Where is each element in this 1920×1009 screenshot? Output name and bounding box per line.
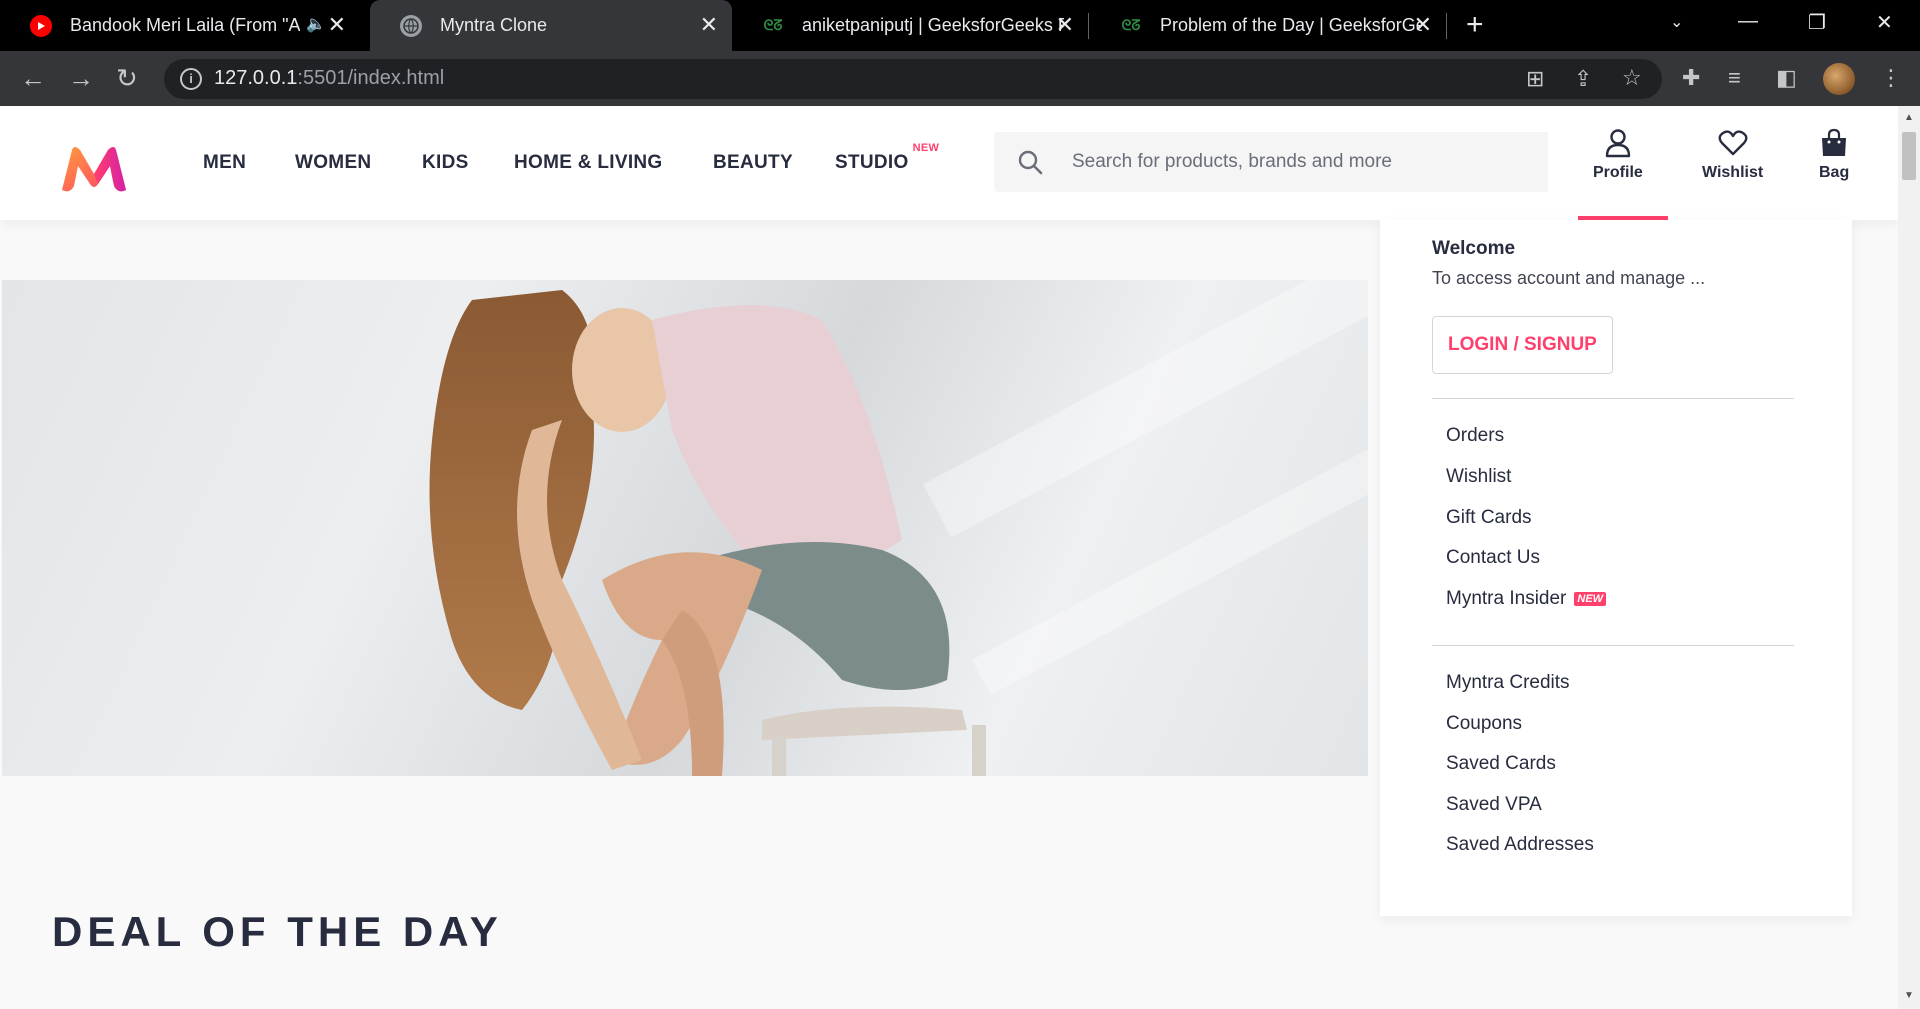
back-icon[interactable]: ← [20,63,46,93]
globe-icon [400,14,422,37]
bag-icon [1822,128,1847,156]
close-window-icon[interactable]: ✕ [1876,10,1893,35]
gfg-icon: ᘓᘔ [763,17,783,33]
browser-tab-youtube[interactable]: Bandook Meri Laila (From "A 🔈 ✕ [0,0,360,51]
nav-men[interactable]: MEN [203,152,246,174]
search-icon[interactable] [994,132,1066,192]
new-badge: NEW [912,142,940,154]
side-panel-icon[interactable]: ◧ [1776,65,1797,91]
page-viewport: MEN WOMEN KIDS HOME & LIVING BEAUTY STUD… [0,106,1898,1009]
login-signup-button[interactable]: LOGIN / SIGNUP [1432,316,1613,374]
dropdown-myntra-credits[interactable]: Myntra Credits [1446,672,1570,694]
profile-button[interactable]: Profile [1593,128,1643,182]
bag-label: Bag [1819,164,1850,181]
forward-icon[interactable]: → [68,63,94,93]
new-tab-icon[interactable]: + [1466,10,1484,40]
close-tab-icon[interactable]: ✕ [1414,13,1432,37]
browser-toolbar: ← → ↻ i 127.0.0.1:5501/index.html ⊞ ⇪ ☆ … [0,51,1920,106]
minimize-icon[interactable]: — [1738,10,1758,33]
site-header: MEN WOMEN KIDS HOME & LIVING BEAUTY STUD… [0,106,1898,220]
profile-label: Profile [1593,164,1643,181]
dropdown-orders[interactable]: Orders [1446,425,1504,447]
close-tab-icon[interactable]: ✕ [1056,13,1074,37]
reload-icon[interactable]: ↻ [116,63,138,93]
profile-dropdown: Welcome To access account and manage ...… [1380,220,1852,916]
tab-title: Problem of the Day | GeeksforGe [1160,15,1422,35]
nav-kids[interactable]: KIDS [422,152,469,174]
dropdown-gift-cards[interactable]: Gift Cards [1446,507,1532,529]
dropdown-wishlist[interactable]: Wishlist [1446,466,1511,488]
scroll-up-icon[interactable]: ▲ [1904,112,1914,123]
new-badge: NEW [1574,591,1607,606]
restore-icon[interactable]: ❐ [1808,10,1826,35]
browser-tab-strip: Bandook Meri Laila (From "A 🔈 ✕ Myntra C… [0,0,1920,51]
youtube-icon [30,14,52,37]
gfg-icon: ᘓᘔ [1121,17,1141,33]
site-info-icon[interactable]: i [180,68,202,90]
profile-avatar[interactable] [1823,63,1855,95]
dropdown-contact-us[interactable]: Contact Us [1446,547,1540,569]
tab-title: Bandook Meri Laila (From "A [70,15,301,35]
dropdown-divider [1432,398,1794,399]
tab-search-icon[interactable]: ⌄ [1670,12,1683,32]
url-path: :5501/index.html [297,67,445,89]
search-input[interactable] [1066,132,1548,192]
browser-tab-myntra[interactable]: Myntra Clone ✕ [370,0,732,51]
nav-women[interactable]: WOMEN [295,152,371,174]
nav-home-living[interactable]: HOME & LIVING [514,152,663,174]
hero-banner-image[interactable] [2,280,1368,776]
wishlist-label: Wishlist [1702,164,1764,181]
translate-icon[interactable]: ⊞ [1526,66,1544,92]
page-scrollbar[interactable]: ▲ ▼ [1898,106,1920,1009]
dropdown-coupons[interactable]: Coupons [1446,713,1522,735]
dropdown-saved-cards[interactable]: Saved Cards [1446,753,1556,775]
insider-label: Myntra Insider [1446,588,1567,609]
scrollbar-thumb[interactable] [1902,132,1916,180]
tab-separator [1088,13,1089,39]
profile-icon [1605,129,1631,158]
dropdown-welcome: Welcome [1432,238,1516,259]
url-text[interactable]: 127.0.0.1:5501/index.html [214,67,444,90]
media-control-icon[interactable]: ≡ [1728,65,1741,91]
url-host: 127.0.0.1 [214,67,298,89]
share-icon[interactable]: ⇪ [1574,66,1592,92]
nav-beauty[interactable]: BEAUTY [713,152,793,174]
scroll-down-icon[interactable]: ▼ [1904,990,1914,1001]
bag-button[interactable]: Bag [1819,128,1849,182]
section-title: DEAL OF THE DAY [52,908,503,955]
myntra-logo[interactable] [58,144,130,194]
dropdown-saved-addresses[interactable]: Saved Addresses [1446,834,1594,856]
address-bar[interactable]: i 127.0.0.1:5501/index.html ⊞ ⇪ ☆ [164,59,1662,99]
nav-studio-label: STUDIO [835,152,909,173]
bookmark-star-icon[interactable]: ☆ [1622,65,1642,91]
browser-tab-gfg-profile[interactable]: ᘓᘔ aniketpaniputj | GeeksforGeeks P ✕ [732,0,1088,51]
close-tab-icon[interactable]: ✕ [700,13,718,37]
search-bar [994,132,1548,192]
dropdown-divider [1432,645,1794,646]
menu-icon[interactable]: ⋮ [1880,65,1902,91]
tab-title: Myntra Clone [440,15,548,35]
nav-studio[interactable]: STUDIO NEW [835,142,939,174]
model-figure [429,290,986,776]
browser-tab-gfg-potd[interactable]: ᘓᘔ Problem of the Day | GeeksforGe ✕ [1090,0,1446,51]
close-tab-icon[interactable]: ✕ [328,13,346,37]
speaker-icon[interactable]: 🔈 [306,14,326,34]
dropdown-saved-vpa[interactable]: Saved VPA [1446,794,1542,816]
dropdown-myntra-insider[interactable]: Myntra Insider NEW [1446,588,1607,610]
extensions-icon[interactable]: ✚ [1682,65,1700,91]
dropdown-subtitle: To access account and manage ... [1432,268,1706,288]
tab-title: aniketpaniputj | GeeksforGeeks P [802,15,1064,35]
tab-separator [1446,13,1447,39]
wishlist-button[interactable]: Wishlist [1702,128,1763,182]
heart-icon [1718,130,1748,156]
